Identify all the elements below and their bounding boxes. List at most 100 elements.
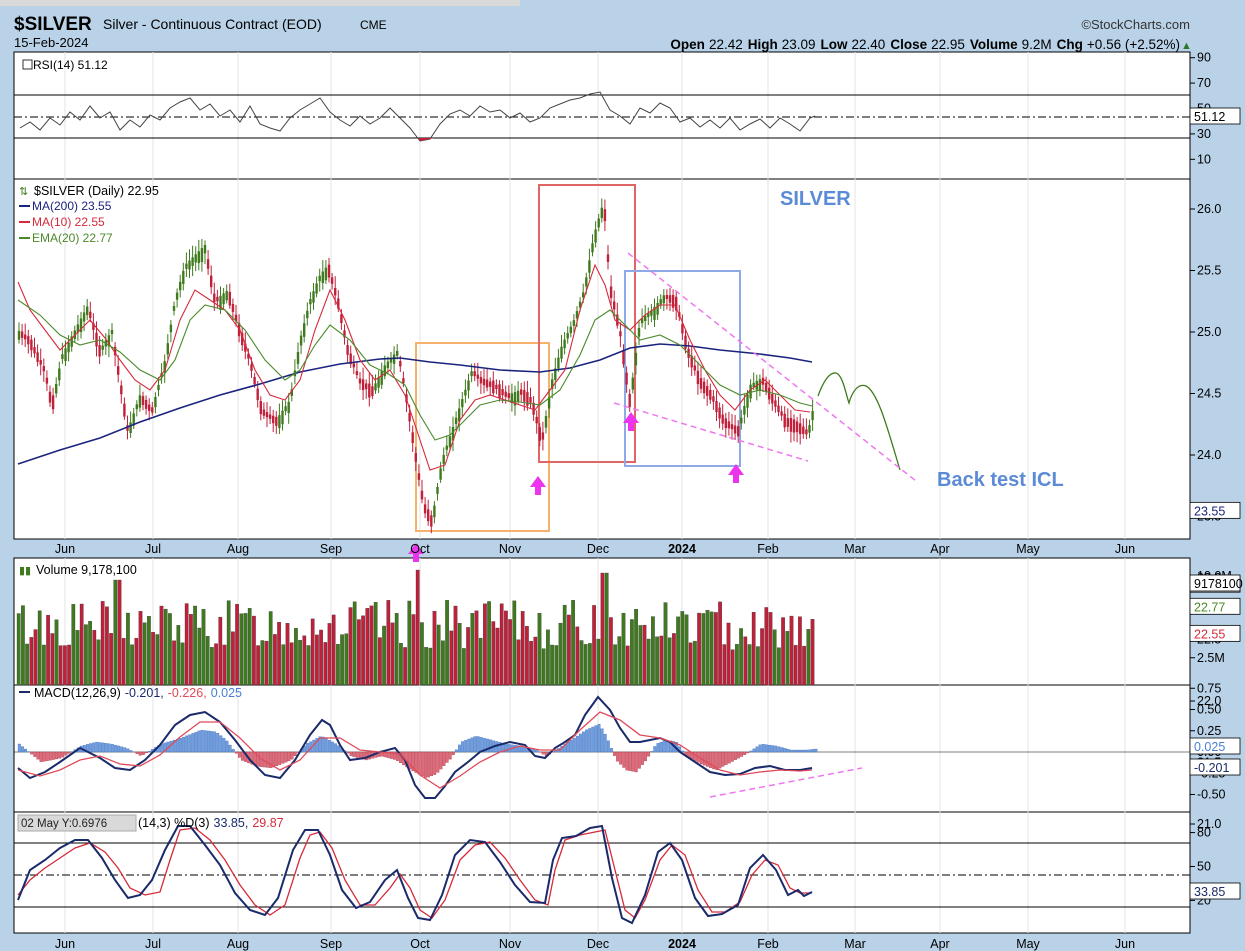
- volume-bar: [323, 642, 328, 686]
- volume-bar: [554, 645, 559, 686]
- macd-hist-bar: [337, 745, 341, 753]
- candle-body: [312, 291, 315, 303]
- volume-bar: [352, 601, 357, 686]
- candle-body: [768, 387, 771, 400]
- volume-bar: [407, 600, 412, 686]
- volume-bar: [609, 617, 613, 686]
- volume-bar: [180, 642, 185, 686]
- macd-hist-bar: [210, 731, 213, 753]
- volume-bar: [96, 639, 101, 686]
- volume-bar: [613, 644, 617, 686]
- macd-hist-bar: [637, 751, 641, 769]
- macd-hist-bar: [185, 735, 189, 753]
- candle-body: [309, 299, 312, 305]
- candle-body: [151, 407, 154, 413]
- volume-bar: [798, 616, 802, 686]
- candle-body: [709, 389, 712, 400]
- volume-bar: [537, 612, 542, 686]
- volume-bar: [100, 601, 105, 686]
- candle-body: [371, 386, 374, 397]
- volume-bar: [344, 633, 349, 686]
- toolbar-strip: [0, 0, 520, 6]
- candle-body: [166, 343, 169, 355]
- candle-body: [706, 386, 709, 396]
- volume-bar: [785, 631, 790, 686]
- volume-bar: [705, 609, 710, 686]
- candle-body: [622, 350, 625, 365]
- volume-bar: [42, 644, 46, 686]
- candle-body: [702, 381, 706, 394]
- macd-hist-bar: [532, 749, 536, 753]
- candle-body: [696, 370, 700, 385]
- candle-body: [808, 425, 811, 433]
- candle-body: [597, 218, 600, 228]
- volume-bar: [634, 608, 638, 686]
- macd-hist-bar: [733, 751, 737, 760]
- x-tick-label: Aug: [227, 937, 249, 951]
- volume-bar: [357, 619, 361, 686]
- macd-hist-bar: [752, 748, 756, 753]
- macd-hist-bar: [48, 751, 52, 761]
- candle-body: [275, 416, 278, 426]
- volume-bar: [378, 637, 382, 686]
- volume-bar: [264, 640, 269, 686]
- macd-hist-bar: [777, 746, 781, 753]
- candle-body: [135, 404, 138, 410]
- candle-body: [560, 346, 563, 359]
- candle-body: [368, 383, 371, 398]
- volume-bar: [806, 629, 811, 686]
- volume-bar: [512, 600, 517, 686]
- candle-body: [24, 334, 27, 340]
- volume-bar: [151, 631, 155, 686]
- candle-body: [569, 326, 572, 334]
- macd-hist-bar: [408, 751, 412, 770]
- volume-bar: [109, 633, 113, 686]
- macd-hist-bar: [467, 738, 471, 753]
- y-tick-label: 30: [1197, 127, 1211, 141]
- volume-bar: [504, 610, 508, 686]
- volume-bar: [277, 622, 281, 686]
- volume-bar: [306, 645, 311, 686]
- volume-bar: [159, 605, 164, 686]
- macd-hist-bar: [805, 749, 809, 753]
- macd-hist-bar: [774, 745, 778, 753]
- candle-body: [470, 371, 473, 377]
- macd-hist-bar: [206, 730, 210, 753]
- macd-hist-bar: [64, 751, 68, 756]
- candle-body: [179, 281, 182, 291]
- candle-body: [485, 379, 489, 388]
- x-tick-label: 2024: [668, 937, 696, 951]
- candle-body: [95, 332, 98, 347]
- y-tick-label: 0.25: [1197, 724, 1221, 738]
- candle-body: [278, 415, 281, 429]
- candle-body: [585, 277, 588, 287]
- volume-bar: [462, 648, 466, 686]
- x-tick-label: Sep: [320, 937, 342, 951]
- macd-hist-bar: [814, 748, 818, 753]
- silver-annotation: SILVER: [780, 188, 851, 210]
- macd-hist-bar: [231, 749, 235, 753]
- macd-hist-bar: [625, 751, 629, 771]
- macd-hist-bar: [334, 743, 337, 753]
- candle-body: [665, 294, 669, 300]
- candle-body: [637, 328, 641, 337]
- candle-body: [250, 364, 253, 371]
- candle-body: [433, 505, 436, 518]
- volume-bar: [550, 644, 554, 686]
- candle-body: [461, 399, 464, 408]
- candle-body: [358, 378, 362, 384]
- macd-hist-bar: [281, 751, 285, 764]
- volume-bar: [730, 649, 735, 686]
- candle-body: [557, 357, 560, 369]
- candle-body: [563, 339, 566, 349]
- volume-bar: [348, 607, 353, 686]
- volume-bar: [117, 579, 122, 686]
- volume-bar: [793, 645, 798, 686]
- candle-body: [228, 291, 231, 306]
- volume-bar: [184, 603, 189, 686]
- candle-body: [194, 254, 197, 263]
- candle-body: [411, 432, 414, 444]
- macd-hist-bar: [783, 748, 787, 753]
- volume-bar: [781, 617, 785, 686]
- macd-hist-bar: [216, 732, 220, 753]
